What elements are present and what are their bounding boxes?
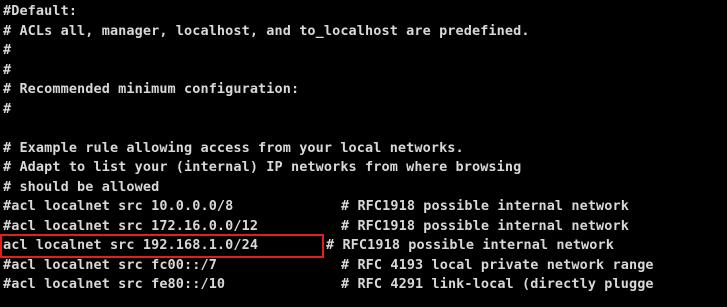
line-text: # xyxy=(3,61,12,78)
config-line: # Example rule allowing access from your… xyxy=(3,139,654,159)
config-line: # should be allowed xyxy=(3,178,654,198)
acl-line: #acl localnet src 10.0.0.0/8 # RFC1918 po… xyxy=(3,197,654,217)
acl-comment: # RFC1918 possible internal network xyxy=(326,237,614,253)
config-file-content: #Default: # ACLs all, manager, localhost… xyxy=(0,2,654,295)
terminal-window[interactable]: #Default: # ACLs all, manager, localhost… xyxy=(0,0,727,307)
config-line: # xyxy=(3,41,654,61)
acl-comment: # RFC 4193 local private network range xyxy=(341,256,654,273)
acl-line: #acl localnet src 172.16.0.0/12 # RFC1918… xyxy=(3,217,654,237)
line-text: # xyxy=(3,100,12,117)
acl-rule: #acl localnet src 10.0.0.0/8 xyxy=(3,198,234,214)
acl-rule-highlighted: acl localnet src 192.168.1.0/24 xyxy=(0,234,324,258)
line-text: # Recommended minimum configuration: xyxy=(3,81,300,97)
line-text: # xyxy=(3,42,12,58)
line-text: # Adapt to list your (internal) IP netwo… xyxy=(3,159,522,175)
acl-rule: #acl localnet src 172.16.0.0/12 xyxy=(3,217,259,234)
acl-line: #acl localnet src fe80::/10 # RFC 4291 li… xyxy=(3,275,654,295)
line-text: #Default: xyxy=(3,3,78,19)
acl-line-highlighted: acl localnet src 192.168.1.0/24 # RFC1918… xyxy=(0,234,654,258)
config-line: # xyxy=(3,61,654,81)
acl-comment: # RFC 4291 link-local (directly plugge xyxy=(341,276,654,292)
config-line: # xyxy=(3,100,654,120)
acl-rule: #acl localnet src fe80::/10 xyxy=(3,276,226,292)
line-text: # should be allowed xyxy=(3,178,160,195)
acl-comment: # RFC1918 possible internal network xyxy=(341,198,629,214)
line-text: # Example rule allowing access from your… xyxy=(3,139,464,156)
line-text: # ACLs all, manager, localhost, and to_l… xyxy=(3,22,530,39)
acl-rule: #acl localnet src fc00::/7 xyxy=(3,256,217,273)
config-line: # ACLs all, manager, localhost, and to_l… xyxy=(3,22,654,42)
config-line: # Recommended minimum configuration: xyxy=(3,80,654,100)
acl-comment: # RFC1918 possible internal network xyxy=(341,217,629,234)
config-line: #Default: xyxy=(3,2,654,22)
config-line: # Adapt to list your (internal) IP netwo… xyxy=(3,158,654,178)
acl-line: #acl localnet src fc00::/7 # RFC 4193 loc… xyxy=(3,256,654,276)
config-line xyxy=(3,119,654,139)
